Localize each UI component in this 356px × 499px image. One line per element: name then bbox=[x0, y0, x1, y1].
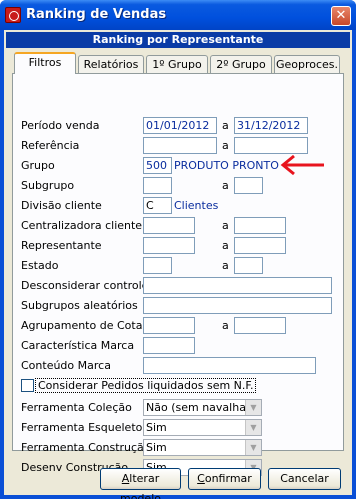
divisao-label: Divisão cliente bbox=[21, 199, 102, 212]
ferramenta-construcao-select[interactable]: Sim ▼ bbox=[143, 439, 262, 456]
ferramenta-esqueleto-label: Ferramenta Esqueleto bbox=[21, 421, 143, 434]
caracteristica-label: Característica Marca bbox=[21, 339, 135, 352]
referencia-to-input[interactable] bbox=[234, 137, 308, 154]
subgrupo-from-input[interactable] bbox=[143, 177, 172, 194]
confirmar-button[interactable]: Confirmar bbox=[188, 468, 261, 490]
subgrupo-label: Subgrupo bbox=[21, 179, 75, 192]
representante-sep: a bbox=[222, 239, 229, 252]
tab-relatorios[interactable]: Relatórios bbox=[78, 55, 144, 74]
subgrupos-aleatorios-label: Subgrupos aleatórios bbox=[21, 299, 138, 312]
ferramenta-colecao-select[interactable]: Não (sem navalha) ▼ bbox=[143, 399, 262, 416]
dialog-body: Ranking por Representante Filtros Relató… bbox=[4, 30, 352, 499]
considerar-label[interactable]: Considerar Pedidos liquidados sem N.F. bbox=[35, 378, 257, 393]
subgrupos-aleatorios-input[interactable] bbox=[143, 297, 332, 314]
subgrupo-to-input[interactable] bbox=[234, 177, 263, 194]
desconsiderar-input[interactable] bbox=[143, 277, 332, 294]
agrupamento-label: Agrupamento de Cotas bbox=[21, 319, 149, 332]
app-icon bbox=[5, 7, 21, 23]
confirmar-rest: onfirmar bbox=[204, 472, 252, 485]
estado-from-input[interactable] bbox=[143, 257, 172, 274]
representante-to-input[interactable] bbox=[234, 237, 286, 254]
subgrupo-sep: a bbox=[222, 179, 229, 192]
centralizadora-from-input[interactable] bbox=[143, 217, 195, 234]
ferramenta-construcao-label: Ferramenta Construção bbox=[21, 441, 151, 454]
tab-1-grupo[interactable]: 1º Grupo bbox=[146, 55, 208, 74]
ferramenta-esqueleto-value: Sim bbox=[146, 421, 167, 434]
chevron-down-icon[interactable]: ▼ bbox=[245, 400, 261, 415]
dialog-window: Ranking de Vendas ✕ Ranking por Represen… bbox=[0, 0, 356, 499]
ferramenta-construcao-value: Sim bbox=[146, 441, 167, 454]
representante-from-input[interactable] bbox=[143, 237, 195, 254]
periodo-from-input[interactable]: 01/01/2012 bbox=[143, 117, 217, 134]
representante-label: Representante bbox=[21, 239, 102, 252]
confirmar-mnemonic: C bbox=[197, 472, 205, 485]
cancelar-button[interactable]: Cancelar bbox=[268, 468, 341, 490]
title-bar[interactable]: Ranking de Vendas ✕ bbox=[0, 0, 356, 30]
window-title: Ranking de Vendas bbox=[26, 7, 167, 22]
tab-geoproces[interactable]: Geoproces. bbox=[274, 55, 340, 74]
referencia-from-input[interactable] bbox=[143, 137, 217, 154]
conteudo-label: Conteúdo Marca bbox=[21, 359, 111, 372]
alterar-modelo-button[interactable]: Alterar modelo bbox=[100, 468, 181, 499]
centralizadora-label: Centralizadora cliente bbox=[21, 219, 143, 232]
tab-strip: Filtros Relatórios 1º Grupo 2º Grupo Geo… bbox=[12, 52, 344, 74]
desconsiderar-label: Desconsiderar controles bbox=[21, 279, 155, 292]
chevron-down-icon[interactable]: ▼ bbox=[245, 440, 261, 455]
grupo-description: PRODUTO PRONTO bbox=[174, 159, 279, 172]
chevron-down-icon[interactable]: ▼ bbox=[245, 420, 261, 435]
agrupamento-sep: a bbox=[222, 319, 229, 332]
conteudo-input[interactable] bbox=[143, 357, 316, 374]
filters-panel: Período venda 01/01/2012 a 31/12/2012 Re… bbox=[12, 73, 344, 476]
grupo-code-input[interactable]: 500 bbox=[143, 157, 172, 174]
divisao-description: Clientes bbox=[174, 199, 219, 212]
considerar-checkbox[interactable] bbox=[21, 379, 34, 392]
referencia-sep: a bbox=[222, 139, 229, 152]
grupo-label: Grupo bbox=[21, 159, 55, 172]
ferramenta-colecao-value: Não (sem navalha) bbox=[146, 401, 251, 414]
referencia-label: Referência bbox=[21, 139, 80, 152]
periodo-sep: a bbox=[222, 119, 229, 132]
caracteristica-input[interactable] bbox=[143, 337, 195, 354]
centralizadora-to-input[interactable] bbox=[234, 217, 286, 234]
estado-sep: a bbox=[222, 259, 229, 272]
divisao-code-input[interactable]: C bbox=[143, 197, 172, 214]
ferramenta-colecao-label: Ferramenta Coleção bbox=[21, 401, 132, 414]
periodo-label: Período venda bbox=[21, 119, 100, 132]
tab-2-grupo[interactable]: 2º Grupo bbox=[210, 55, 272, 74]
report-header: Ranking por Representante bbox=[6, 32, 350, 48]
red-arrow-icon bbox=[280, 154, 324, 176]
periodo-to-input[interactable]: 31/12/2012 bbox=[234, 117, 308, 134]
estado-label: Estado bbox=[21, 259, 59, 272]
agrupamento-from-input[interactable] bbox=[143, 317, 195, 334]
close-button[interactable]: ✕ bbox=[331, 6, 351, 26]
centralizadora-sep: a bbox=[222, 219, 229, 232]
agrupamento-to-input[interactable] bbox=[234, 317, 286, 334]
ferramenta-esqueleto-select[interactable]: Sim ▼ bbox=[143, 419, 262, 436]
estado-to-input[interactable] bbox=[234, 257, 263, 274]
tab-filtros[interactable]: Filtros bbox=[14, 52, 76, 74]
